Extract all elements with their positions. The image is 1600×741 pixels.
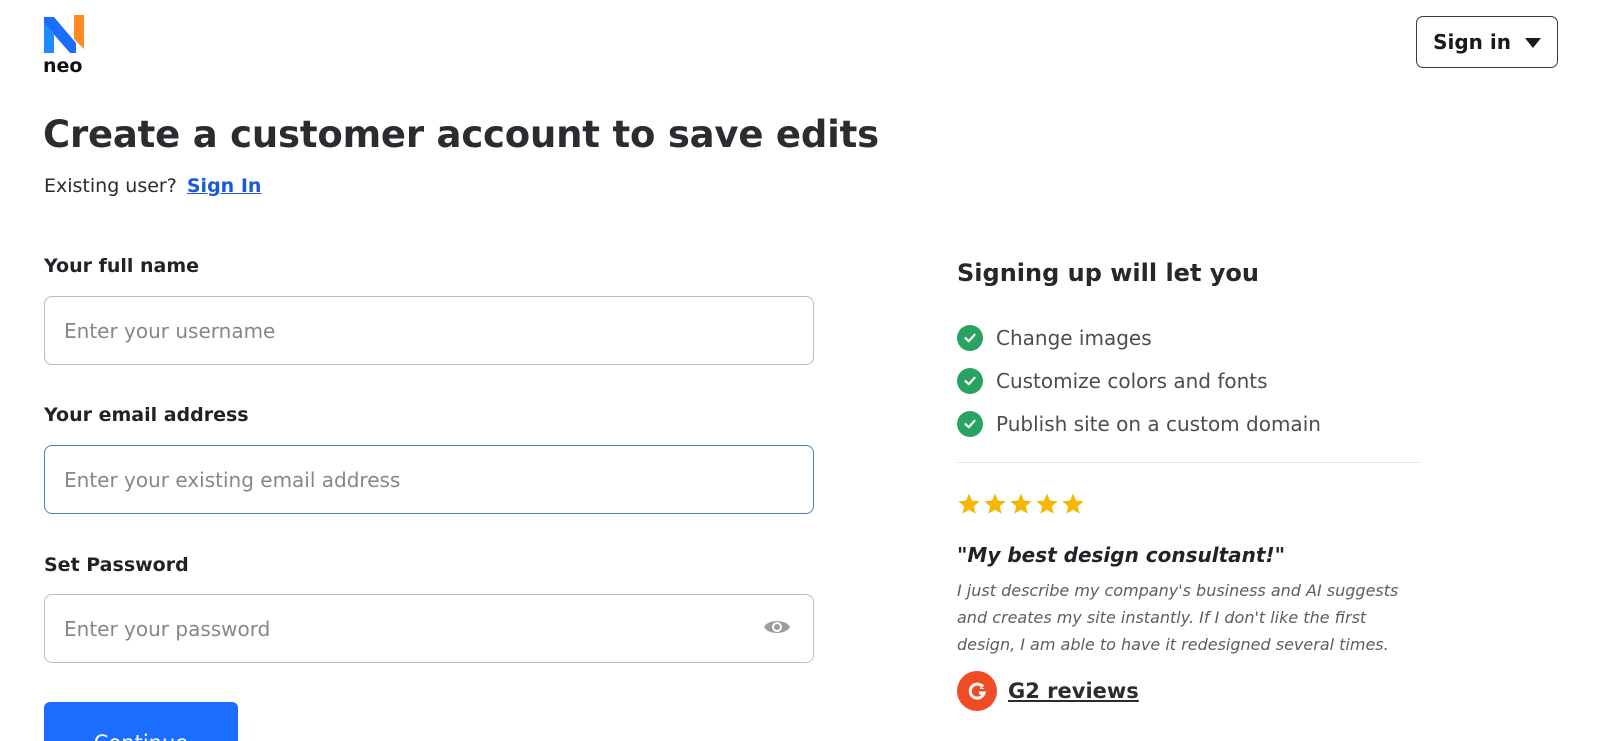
full-name-input[interactable] <box>44 296 814 365</box>
signin-dropdown-button[interactable]: Sign in <box>1416 16 1558 68</box>
signin-link[interactable]: Sign In <box>187 175 262 197</box>
continue-button[interactable]: Continue <box>44 702 238 741</box>
email-label: Your email address <box>44 404 249 426</box>
benefit-item: Customize colors and fonts <box>957 359 1321 402</box>
check-icon <box>957 367 983 394</box>
benefit-item: Publish site on a custom domain <box>957 402 1321 445</box>
password-label: Set Password <box>44 554 189 576</box>
testimonial-text: I just describe my company's business an… <box>957 581 1399 654</box>
email-input[interactable] <box>44 445 814 514</box>
benefit-text: Change images <box>996 325 1152 350</box>
benefits-list: Change images Customize colors and fonts… <box>957 316 1321 445</box>
neo-logo-mark-icon <box>44 15 84 53</box>
page: neo Sign in Create a customer account to… <box>0 0 1600 741</box>
existing-user-row: Existing user? Sign In <box>44 175 261 197</box>
star-icon <box>1062 493 1084 514</box>
logo-wordmark: neo <box>43 55 83 77</box>
g2-logo-icon: 2 <box>957 671 997 711</box>
signin-dropdown-label: Sign in <box>1433 30 1511 54</box>
page-title: Create a customer account to save edits <box>43 113 879 156</box>
star-icon <box>958 493 980 514</box>
benefit-text: Publish site on a custom domain <box>996 411 1321 436</box>
benefits-title: Signing up will let you <box>957 259 1260 287</box>
neo-logo[interactable]: neo <box>42 13 90 77</box>
show-password-eye-icon[interactable] <box>763 617 791 637</box>
full-name-label: Your full name <box>44 255 200 277</box>
password-input[interactable] <box>44 594 814 663</box>
g2-reviews: 2 G2 reviews <box>957 671 1139 711</box>
benefit-text: Customize colors and fonts <box>996 368 1268 393</box>
caret-down-icon <box>1524 38 1541 48</box>
divider <box>957 462 1420 463</box>
check-icon <box>957 324 983 351</box>
rating-stars <box>957 492 1085 516</box>
existing-user-text: Existing user? <box>44 175 177 197</box>
benefit-item: Change images <box>957 316 1321 359</box>
star-icon <box>1036 493 1058 514</box>
star-icon <box>984 493 1006 514</box>
testimonial-quote: "My best design consultant!" <box>957 543 1286 567</box>
g2-reviews-link[interactable]: G2 reviews <box>1008 679 1139 703</box>
star-icon <box>1010 493 1032 514</box>
svg-text:2: 2 <box>980 683 985 691</box>
check-icon <box>957 410 983 437</box>
